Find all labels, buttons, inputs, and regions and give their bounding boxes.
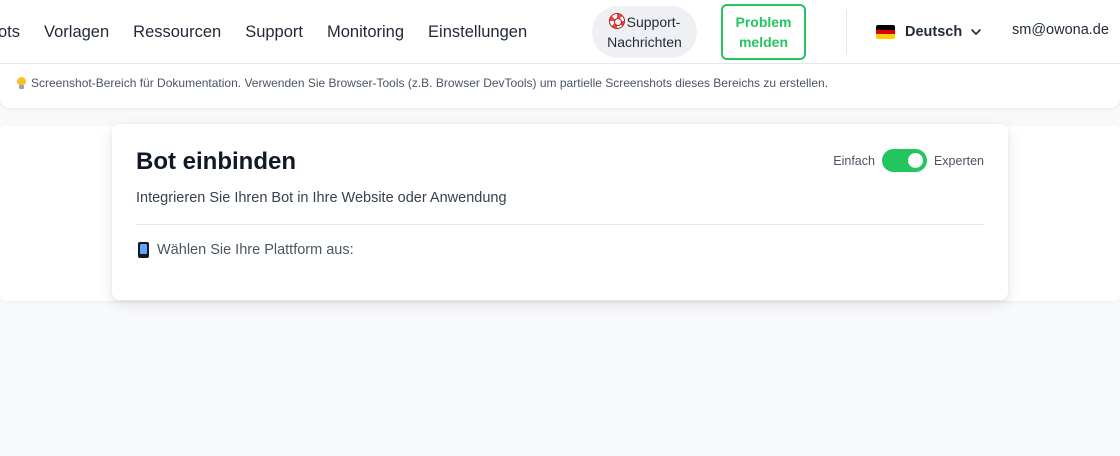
nav-link-monitoring[interactable]: Monitoring <box>327 23 404 42</box>
support-messages-line1-wrap: Support- <box>608 12 681 32</box>
platform-section-heading: Wählen Sie Ihre Plattform aus: <box>136 242 354 258</box>
documentation-info-line: Screenshot-Bereich für Dokumentation. Ve… <box>17 76 828 90</box>
language-label: Deutsch <box>905 24 963 40</box>
embed-bot-card: Bot einbinden Integrieren Sie Ihren Bot … <box>112 124 1008 300</box>
report-problem-label: Problem melden <box>735 12 791 52</box>
support-messages-line2: Nachrichten <box>607 34 682 50</box>
page-title: Bot einbinden <box>136 148 296 175</box>
lightbulb-icon <box>17 77 26 89</box>
chevron-down-icon <box>971 29 982 35</box>
toggle-knob <box>907 153 923 168</box>
germany-flag-icon <box>876 25 895 39</box>
report-problem-button[interactable]: Problem melden <box>721 4 806 60</box>
nav-link-vorlagen[interactable]: Vorlagen <box>44 23 109 42</box>
mobile-phone-icon <box>138 242 149 258</box>
report-problem-line2: melden <box>738 34 788 50</box>
nav-link-bots[interactable]: ots <box>0 23 20 42</box>
report-problem-line1: Problem <box>735 14 792 30</box>
user-email[interactable]: sm@owona.de <box>1012 22 1109 38</box>
nav-link-einstellungen[interactable]: Einstellungen <box>428 23 527 42</box>
top-navigation-bar: ots Vorlagen Ressourcen Support Monitori… <box>0 0 1120 64</box>
nav-links: ots Vorlagen Ressourcen Support Monitori… <box>0 0 551 64</box>
nav-divider <box>846 10 847 54</box>
mode-toggle-switch[interactable] <box>881 149 927 172</box>
nav-link-support[interactable]: Support <box>245 23 303 42</box>
mode-expert-label: Experten <box>933 153 984 168</box>
mode-toggle-group: Einfach Experten <box>833 149 984 172</box>
platform-label: Wählen Sie Ihre Plattform aus: <box>157 242 354 258</box>
section-divider <box>136 224 984 225</box>
language-selector[interactable]: Deutsch <box>876 20 982 44</box>
support-messages-button[interactable]: Support- Nachrichten <box>592 6 697 58</box>
nav-link-ressourcen[interactable]: Ressourcen <box>133 23 221 42</box>
documentation-info-text: Screenshot-Bereich für Dokumentation. Ve… <box>31 76 829 90</box>
mode-simple-label: Einfach <box>833 153 875 168</box>
support-messages-line1: Support- <box>626 14 681 30</box>
page-subtitle: Integrieren Sie Ihren Bot in Ihre Websit… <box>136 190 507 206</box>
lifebuoy-icon <box>608 13 625 29</box>
